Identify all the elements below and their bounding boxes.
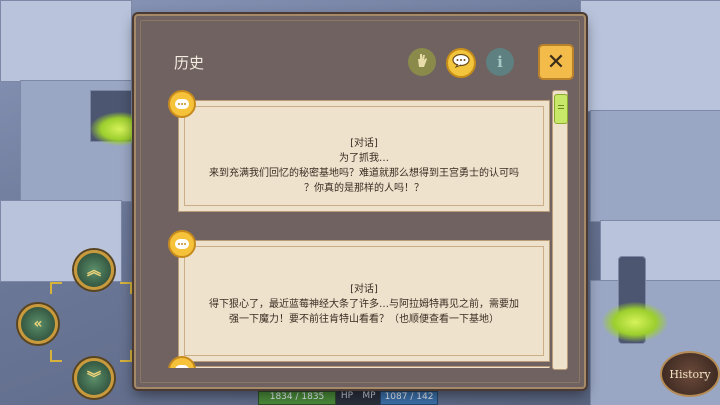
skill-up-button[interactable]: ︽: [74, 250, 114, 290]
close-button[interactable]: ✕: [538, 44, 574, 80]
list-item: [对话] 为了抓我… 来到充满我们回忆的秘密基地吗？难道就那么想得到王宫勇士的认…: [168, 90, 550, 212]
chevron-up-icon: ︽: [87, 263, 101, 279]
speech-bubble-icon: [168, 356, 196, 368]
speech-bubble-icon: [452, 53, 470, 72]
hp-label: HP: [336, 391, 358, 405]
corner-marker-icon: [120, 350, 132, 362]
entry-line: 来到充满我们回忆的秘密基地吗？难道就那么想得到王宫勇士的认可吗: [209, 168, 519, 179]
scrollbar-thumb[interactable]: [554, 94, 568, 124]
hp-value: 1834 / 1835: [258, 391, 336, 405]
corner-marker-icon: [120, 282, 132, 294]
mp-label: MP: [358, 391, 380, 405]
corner-marker-icon: [50, 350, 62, 362]
list-item: [对话] 得下狠心了，最近蓝莓神经大条了许多…与阿拉姆特再见之前，需要加 强一下…: [168, 230, 550, 362]
entry-line: 得下狠心了，最近蓝莓神经大条了许多…与阿拉姆特再见之前，需要加: [209, 299, 519, 310]
chevron-down-icon: ︾: [87, 371, 101, 387]
skill-down-button[interactable]: ︾: [74, 358, 114, 398]
chevron-left-icon: «: [33, 316, 43, 332]
dialogue-filter-button[interactable]: [446, 48, 476, 78]
skill-left-button[interactable]: «: [18, 304, 58, 344]
history-list[interactable]: [对话] 为了抓我… 来到充满我们回忆的秘密基地吗？难道就那么想得到王宫勇士的认…: [168, 90, 550, 368]
entry-header: [对话]: [350, 284, 378, 295]
scrollbar[interactable]: [552, 90, 568, 370]
speech-bubble-icon: [168, 90, 196, 118]
dialog-title: 历史: [174, 54, 205, 72]
status-bar: 1834 / 1835 HP MP 1087 / 142: [258, 391, 438, 405]
hand-filter-icon: [415, 52, 429, 72]
entry-panel: [178, 366, 550, 368]
corner-marker-icon: [50, 282, 62, 294]
entry-line: 为了抓我…: [339, 153, 389, 164]
entry-line: 强一下魔力！要不前往肯特山看看？（也顺便查看一下基地）: [229, 314, 499, 325]
entry-line: ？你真的是那样的人吗！？: [304, 183, 424, 194]
mp-value: 1087 / 142: [380, 391, 438, 405]
history-button[interactable]: History: [660, 351, 720, 397]
history-dialog: 历史 i ✕ [对话] 为了抓我… 来到充满我们回忆的秘密基地吗？难道就那么想得…: [134, 14, 586, 389]
entry-text: [对话] 为了抓我… 来到充满我们回忆的秘密基地吗？难道就那么想得到王宫勇士的认…: [188, 136, 540, 196]
info-button[interactable]: i: [486, 48, 514, 76]
close-icon: ✕: [546, 49, 566, 75]
filter-button[interactable]: [408, 48, 436, 76]
list-item: [168, 356, 550, 368]
entry-header: [对话]: [350, 138, 378, 149]
info-icon: i: [497, 53, 503, 71]
entry-text: [对话] 得下狠心了，最近蓝莓神经大条了许多…与阿拉姆特再见之前，需要加 强一下…: [188, 282, 540, 327]
speech-bubble-icon: [168, 230, 196, 258]
